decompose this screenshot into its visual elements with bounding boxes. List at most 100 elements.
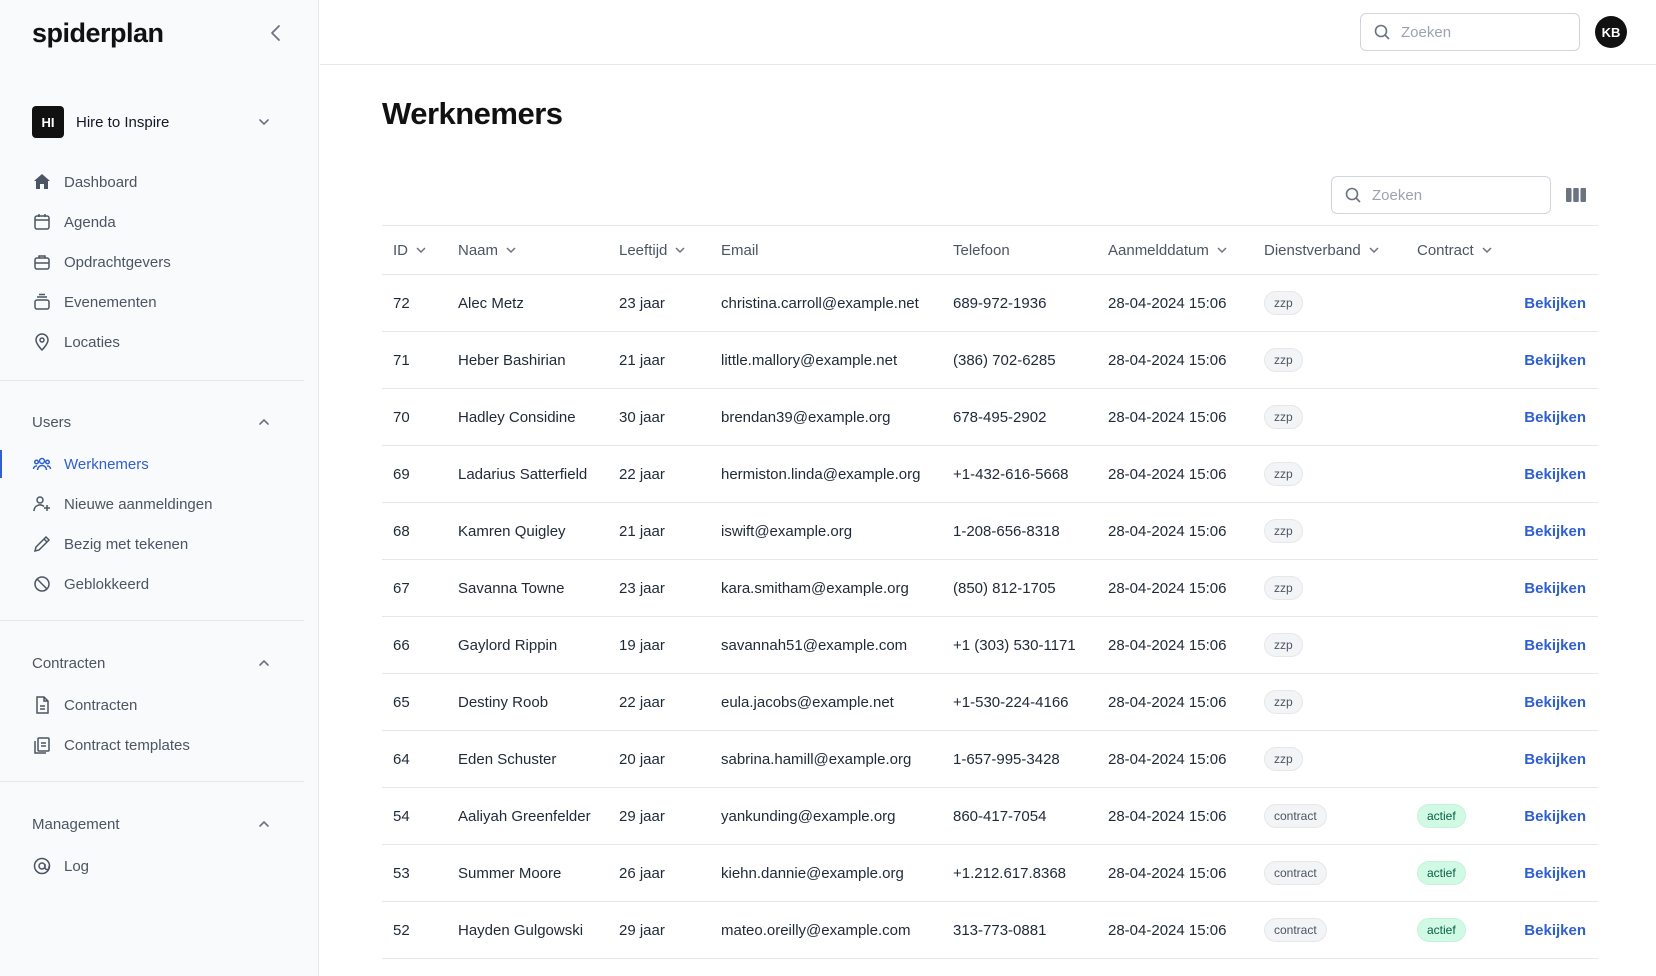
- dienstverband-badge: zzp: [1264, 690, 1303, 714]
- sort-date-button[interactable]: Aanmelddatum: [1108, 226, 1229, 274]
- section-toggle-management[interactable]: Management: [32, 812, 272, 836]
- table-search-input[interactable]: [1372, 186, 1522, 204]
- column-phone: Telefoon: [953, 226, 1010, 274]
- table-search[interactable]: [1331, 176, 1551, 214]
- cell-age: 22 jaar: [619, 693, 665, 711]
- table-row: 54 Aaliyah Greenfelder 29 jaar yankundin…: [382, 788, 1598, 845]
- user-avatar[interactable]: KB: [1595, 16, 1627, 48]
- table-row: 67 Savanna Towne 23 jaar kara.smitham@ex…: [382, 560, 1598, 617]
- view-button[interactable]: Bekijken: [1524, 523, 1586, 540]
- nav-item-log[interactable]: Log: [0, 846, 319, 886]
- nav-item-opdrachtgevers[interactable]: Opdrachtgevers: [0, 242, 319, 282]
- view-button[interactable]: Bekijken: [1524, 694, 1586, 711]
- sort-age-button[interactable]: Leeftijd: [619, 226, 687, 274]
- page-title: Werknemers: [382, 96, 563, 131]
- cell-name: Savanna Towne: [458, 579, 565, 597]
- nav-label: Bezig met tekenen: [64, 535, 189, 553]
- cell-phone: +1.212.617.8368: [953, 864, 1067, 882]
- table-row: 70 Hadley Considine 30 jaar brendan39@ex…: [382, 389, 1598, 446]
- sidebar-divider: [0, 781, 304, 782]
- cell-action: Bekijken: [1524, 332, 1586, 388]
- contract-status-badge: actief: [1417, 918, 1466, 942]
- cell-email: eula.jacobs@example.net: [721, 693, 894, 711]
- cell-age: 20 jaar: [619, 750, 665, 768]
- users-icon: [32, 457, 52, 471]
- view-button[interactable]: Bekijken: [1524, 580, 1586, 597]
- cell-dienstverband: contract: [1264, 902, 1327, 958]
- app-logo[interactable]: spiderplan: [32, 18, 164, 49]
- cell-id: 54: [393, 807, 410, 825]
- chevron-up-icon: [259, 659, 269, 666]
- sort-contract-button[interactable]: Contract: [1417, 226, 1494, 274]
- view-button[interactable]: Bekijken: [1524, 466, 1586, 483]
- sort-id-button[interactable]: ID: [393, 226, 428, 274]
- view-button[interactable]: Bekijken: [1524, 295, 1586, 312]
- view-button[interactable]: Bekijken: [1524, 808, 1586, 825]
- cell-date: 28-04-2024 15:06: [1108, 864, 1227, 882]
- nav-item-evenementen[interactable]: Evenementen: [0, 282, 319, 322]
- view-button[interactable]: Bekijken: [1524, 409, 1586, 426]
- cell-phone: 1-208-656-8318: [953, 522, 1060, 540]
- cell-id: 67: [393, 579, 410, 597]
- dienstverband-badge: zzp: [1264, 348, 1303, 372]
- global-search[interactable]: [1360, 13, 1580, 51]
- sort-name-button[interactable]: Naam: [458, 226, 518, 274]
- cell-age: 29 jaar: [619, 921, 665, 939]
- map-pin-icon: [35, 333, 49, 352]
- cell-date: 28-04-2024 15:06: [1108, 294, 1227, 312]
- nav-item-geblokkeerd[interactable]: Geblokkeerd: [0, 564, 319, 604]
- view-button[interactable]: Bekijken: [1524, 922, 1586, 939]
- cell-name: Aaliyah Greenfelder: [458, 807, 591, 825]
- collapse-sidebar-button[interactable]: [266, 22, 286, 44]
- cell-dienstverband: zzp: [1264, 503, 1303, 559]
- view-button[interactable]: Bekijken: [1524, 751, 1586, 768]
- nav-item-bezig-met-tekenen[interactable]: Bezig met tekenen: [0, 524, 319, 564]
- global-search-input[interactable]: [1401, 23, 1551, 41]
- nav-label: Dashboard: [64, 173, 138, 191]
- briefcase-icon: [34, 255, 50, 270]
- dienstverband-badge: zzp: [1264, 519, 1303, 543]
- management-nav: Log: [0, 846, 319, 886]
- nav-item-agenda[interactable]: Agenda: [0, 202, 319, 242]
- view-button[interactable]: Bekijken: [1524, 865, 1586, 882]
- cell-id: 71: [393, 351, 410, 369]
- nav-label: Contract templates: [64, 736, 190, 754]
- nav-item-contract-templates[interactable]: Contract templates: [0, 725, 319, 765]
- cell-email: iswift@example.org: [721, 522, 853, 540]
- column-header-label: Leeftijd: [619, 241, 668, 259]
- dienstverband-badge: contract: [1264, 918, 1327, 942]
- sidebar-divider: [0, 380, 304, 381]
- home-icon: [34, 174, 50, 189]
- table-row: 68 Kamren Quigley 21 jaar iswift@example…: [382, 503, 1598, 560]
- section-toggle-users[interactable]: Users: [32, 410, 272, 434]
- org-switcher[interactable]: HI Hire to Inspire: [32, 105, 272, 139]
- nav-item-contracten[interactable]: Contracten: [0, 685, 319, 725]
- nav-item-nieuwe-aanmeldingen[interactable]: Nieuwe aanmeldingen: [0, 484, 319, 524]
- dienstverband-badge: zzp: [1264, 747, 1303, 771]
- view-button[interactable]: Bekijken: [1524, 637, 1586, 654]
- cell-action: Bekijken: [1524, 845, 1586, 901]
- cell-email: kara.smitham@example.org: [721, 579, 909, 597]
- sort-dienstverband-button[interactable]: Dienstverband: [1264, 226, 1381, 274]
- section-title: Management: [32, 815, 120, 833]
- nav-item-werknemers[interactable]: Werknemers: [0, 444, 319, 484]
- columns-toggle-icon[interactable]: [1565, 185, 1587, 205]
- block-icon: [34, 576, 50, 592]
- nav-label: Log: [64, 857, 90, 875]
- cell-age: 29 jaar: [619, 807, 665, 825]
- nav-item-locaties[interactable]: Locaties: [0, 322, 319, 362]
- cell-action: Bekijken: [1524, 788, 1586, 844]
- cell-name: Gaylord Rippin: [458, 636, 558, 654]
- nav-label: Nieuwe aanmeldingen: [64, 495, 213, 513]
- table-row: 64 Eden Schuster 20 jaar sabrina.hamill@…: [382, 731, 1598, 788]
- cell-email: kiehn.dannie@example.org: [721, 864, 904, 882]
- nav-item-dashboard[interactable]: Dashboard: [0, 162, 319, 202]
- cell-action: Bekijken: [1524, 503, 1586, 559]
- section-toggle-contracten[interactable]: Contracten: [32, 651, 272, 675]
- main-nav: Dashboard Agenda Opdrachtgevers Evenemen…: [0, 162, 319, 362]
- view-button[interactable]: Bekijken: [1524, 352, 1586, 369]
- cell-dienstverband: contract: [1264, 788, 1327, 844]
- dienstverband-badge: zzp: [1264, 462, 1303, 486]
- cell-name: Summer Moore: [458, 864, 562, 882]
- cell-name: Ladarius Satterfield: [458, 465, 588, 483]
